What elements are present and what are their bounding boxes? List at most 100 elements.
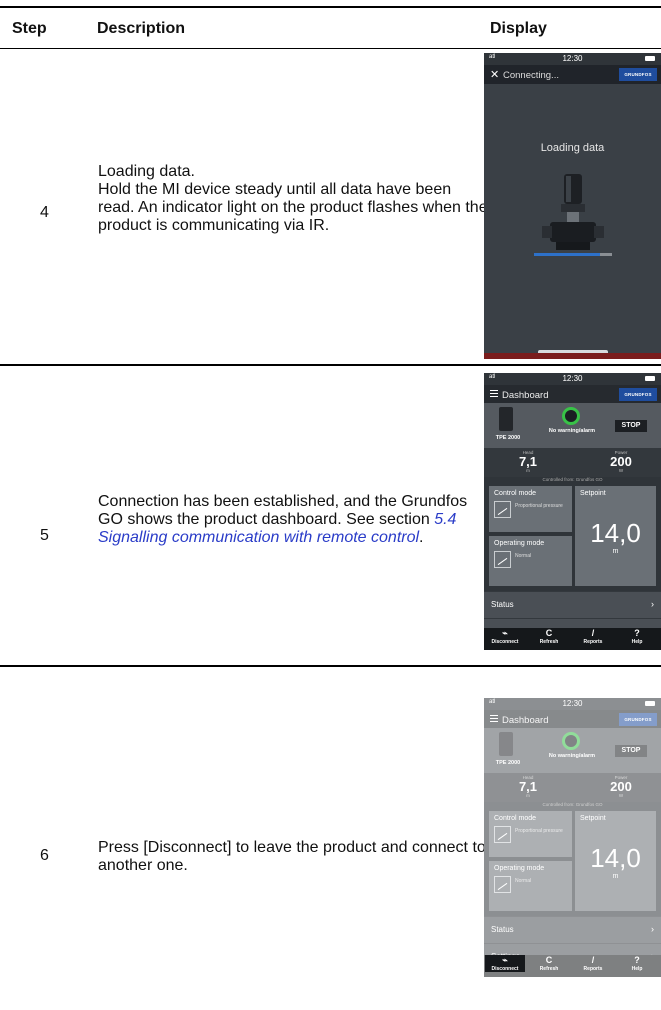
status-bar: atl 12:30 (484, 53, 661, 65)
grundfos-logo: GRUNDFOS (619, 388, 657, 401)
loading-body: Loading data Cancel (484, 84, 661, 359)
nav-label: Help (631, 966, 643, 972)
control-mode-card[interactable]: Control mode Proportional pressure (489, 486, 572, 532)
help-icon: ? (634, 955, 640, 965)
power-value: 200 (610, 779, 632, 794)
status-row[interactable]: Status › (484, 591, 661, 618)
controlled-from: Controlled from: Grundfos GO (542, 802, 603, 807)
nav-help-button[interactable]: ? Help (617, 955, 657, 972)
status-bar: atl 12:30 (484, 373, 661, 385)
step-5-text: Connection has been established, and the… (98, 493, 468, 528)
screen-title: Dashboard (502, 390, 549, 401)
nav-label: Help (631, 639, 643, 645)
step-4-line-2: Hold the MI device steady until all data… (98, 181, 488, 234)
head-readout: Head 7,1 m (498, 450, 558, 473)
curve-icon (494, 826, 511, 843)
head-readout: Head 7,1 m (498, 775, 558, 798)
refresh-icon: C (545, 955, 553, 965)
control-mode-title: Control mode (494, 815, 537, 822)
disconnect-icon: ⌁ (502, 628, 508, 638)
setpoint-unit: m (612, 873, 619, 880)
setpoint-card[interactable]: Setpoint 14,0 m (575, 486, 656, 586)
status-row[interactable]: Status › (484, 916, 661, 943)
power-readout: Power 200 W (591, 450, 651, 473)
nav-label: Disconnect (491, 966, 519, 972)
battery-icon (645, 376, 655, 381)
pump-icon (499, 407, 513, 431)
power-value: 200 (610, 454, 632, 469)
status-time: 12:30 (562, 699, 583, 708)
setpoint-card[interactable]: Setpoint 14,0 m (575, 811, 656, 911)
power-readout: Power 200 W (591, 775, 651, 798)
loading-progress-bar (534, 253, 612, 256)
alarm-status: No warning/alarm (548, 753, 596, 759)
stop-button[interactable]: STOP (615, 745, 647, 757)
step-4-description: Loading data. Hold the MI device steady … (98, 163, 488, 235)
battery-icon (645, 701, 655, 706)
bottom-accent (484, 353, 661, 359)
nav-help-button[interactable]: ? Help (617, 628, 657, 645)
row-rule (0, 665, 661, 667)
nav-disconnect-button-highlighted[interactable]: ⌁ Disconnect (485, 955, 525, 972)
operating-mode-card[interactable]: Operating mode Normal (489, 861, 572, 911)
product-name: TPE 2000 (495, 760, 521, 766)
bottom-nav: ⌁DisconnectCRefresh/Reports?Help (484, 628, 661, 650)
column-header-display: Display (490, 20, 547, 37)
controlled-from: Controlled from: Grundfos GO (542, 477, 603, 482)
grundfos-logo: GRUNDFOS (619, 68, 657, 81)
head-value: 7,1 (518, 779, 538, 794)
power-unit: W (618, 793, 624, 798)
curve-icon (494, 551, 511, 568)
loading-message: Loading data (540, 142, 605, 154)
operating-mode-card[interactable]: Operating mode Normal (489, 536, 572, 586)
values-panel: Head 7,1 m Power 200 W (484, 773, 661, 802)
reports-icon: / (591, 628, 595, 638)
chevron-right-icon: › (651, 599, 654, 609)
head-value: 7,1 (518, 454, 538, 469)
operating-mode-title: Operating mode (494, 865, 545, 872)
nav-reports-button[interactable]: / Reports (573, 955, 613, 972)
nav-label: Refresh (539, 966, 559, 972)
nav-reports-button[interactable]: / Reports (573, 628, 613, 645)
header-rule (0, 48, 661, 49)
step-number-6: 6 (40, 847, 49, 864)
head-unit: m (526, 468, 530, 473)
battery-icon (645, 56, 655, 61)
nav-refresh-button[interactable]: C Refresh (529, 628, 569, 645)
status-bar: atl 12:30 (484, 698, 661, 710)
operating-mode-value: Normal (515, 553, 532, 559)
phone-screen-dashboard-disconnect: atl 12:30 Dashboard GRUNDFOS TPE 2000 No… (484, 698, 661, 977)
operating-mode-value: Normal (515, 878, 532, 884)
reports-icon: / (591, 955, 595, 965)
stop-button[interactable]: STOP (615, 420, 647, 432)
loading-progress-fill (534, 253, 601, 256)
column-header-step: Step (12, 20, 47, 37)
nav-label: Refresh (539, 639, 559, 645)
screen-title: Dashboard (502, 715, 549, 726)
grundfos-logo: GRUNDFOS (619, 713, 657, 726)
step-5-description: Connection has been established, and the… (98, 493, 488, 547)
nav-refresh-button[interactable]: C Refresh (529, 955, 569, 972)
refresh-icon: C (545, 628, 553, 638)
operating-mode-title: Operating mode (494, 540, 545, 547)
phone-screen-dashboard: atl 12:30 Dashboard GRUNDFOS TPE 2000 No… (484, 373, 661, 650)
head-unit: m (526, 793, 530, 798)
setpoint-value: 14,0 (590, 843, 641, 873)
chevron-right-icon: › (651, 924, 654, 934)
product-name: TPE 2000 (495, 435, 521, 441)
nav-disconnect-button[interactable]: ⌁Disconnect (485, 628, 525, 645)
curve-icon (494, 501, 511, 518)
menu-icon[interactable] (490, 715, 498, 724)
step-number-5: 5 (40, 527, 49, 544)
power-unit: W (618, 468, 624, 473)
pump-icon (542, 174, 604, 250)
status-ok-icon (562, 407, 580, 425)
close-icon[interactable]: ✕ (490, 68, 499, 81)
control-mode-card[interactable]: Control mode Proportional pressure (489, 811, 572, 857)
step-number-4: 4 (40, 204, 49, 221)
menu-icon[interactable] (490, 390, 498, 399)
help-icon: ? (634, 628, 640, 638)
status-row-label: Status (491, 925, 514, 934)
setpoint-title: Setpoint (580, 815, 606, 822)
nav-label: Reports (583, 966, 603, 972)
